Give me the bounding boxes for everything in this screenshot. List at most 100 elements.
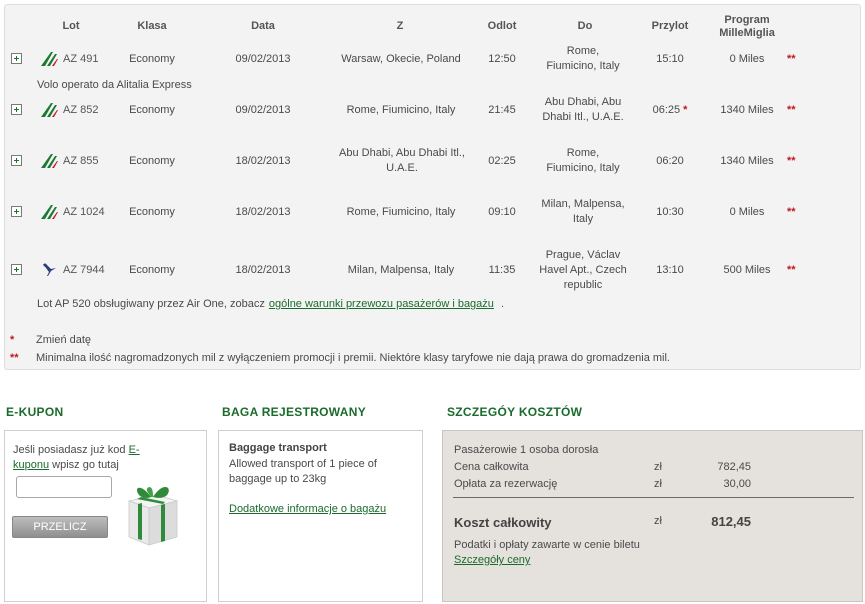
flight-row: AZ 491 Economy 09/02/2013 Warsaw, Okecie…: [5, 39, 860, 79]
flight-cell: AZ 852: [39, 90, 98, 130]
expand-icon[interactable]: [11, 264, 22, 275]
header-to: Do: [577, 20, 593, 32]
flight-to: Rome, Fiumicino, Italy: [546, 147, 620, 174]
miles-note-mark: **: [787, 104, 796, 116]
baggage-title: BAGA REJESTROWANY: [222, 405, 367, 419]
legend-double-text: Minimalna ilość nagromadzonych mil z wył…: [36, 352, 670, 364]
flight-row: AZ 852 Economy 09/02/2013 Rome, Fiumicin…: [5, 90, 860, 130]
alitalia-logo-icon: [41, 103, 58, 117]
carriage-conditions-link[interactable]: ogólne warunki przewozu pasażerów i baga…: [269, 298, 494, 310]
flight-arrival: 06:20: [640, 141, 700, 181]
flight-row: AZ 855 Economy 18/02/2013 Abu Dhabi, Abu…: [5, 141, 860, 181]
gift-box-icon: [127, 486, 179, 546]
arrival-time: 06:25: [652, 103, 681, 116]
ekupon-box: Jeśli posiadasz już kod E-kuponu wpisz g…: [4, 430, 207, 602]
flight-cell: AZ 1024: [39, 192, 105, 232]
flight-miles: 1340 Miles: [720, 154, 774, 167]
flight-from: Warsaw, Okecie, Poland: [341, 52, 461, 65]
flight-number: AZ 855: [63, 155, 99, 167]
flight-to: Prague, Václav Havel Apt., Czech republi…: [539, 248, 627, 291]
booking-fee-currency: zł: [654, 478, 662, 490]
flight-from: Abu Dhabi, Abu Dhabi Itl., U.A.E.: [339, 147, 465, 174]
header-program: Program MilleMiglia: [705, 14, 789, 40]
miles-note-mark: **: [787, 53, 796, 65]
header-arrival: Przylot: [651, 20, 689, 32]
header-date: Data: [251, 20, 275, 32]
price-details-link[interactable]: Szczegóły ceny: [454, 554, 530, 566]
costs-title: SZCZEGÓY KOSZTÓW: [447, 405, 583, 419]
grand-total-label: Koszt całkowity: [454, 515, 552, 530]
expand-icon[interactable]: [11, 53, 22, 64]
arrival-time: 06:20: [656, 154, 684, 167]
flight-departure: 12:50: [488, 52, 516, 65]
legend-single-star: *: [10, 334, 15, 346]
flight-date: 09/02/2013: [235, 52, 291, 65]
header-program-line1: Program: [724, 14, 770, 26]
flight-number: AZ 491: [63, 53, 99, 65]
arrival-time: 15:10: [656, 52, 684, 65]
flight-class: Economy: [129, 103, 175, 116]
flight-arrival: 10:30: [640, 192, 700, 232]
legend-double-star: **: [10, 352, 19, 364]
flight-number: AZ 852: [63, 104, 99, 116]
total-price-label: Cena całkowita: [454, 461, 529, 473]
ekupon-title: E-KUPON: [6, 405, 64, 419]
header-class: Klasa: [137, 20, 167, 32]
flight-miles: 0 Miles: [729, 205, 765, 218]
flight-from: Rome, Fiumicino, Italy: [346, 103, 456, 116]
flight-departure: 09:10: [488, 205, 516, 218]
flight-class: Economy: [129, 154, 175, 167]
flight-to: Milan, Malpensa, Italy: [541, 198, 625, 225]
airone-note-text: Lot AP 520 obsługiwany przez Air One, zo…: [37, 298, 265, 310]
legend-miles: ** Minimalna ilość nagromadzonych mil z w…: [10, 352, 670, 364]
flight-number: AZ 7944: [63, 264, 105, 276]
flight-from: Milan, Malpensa, Italy: [347, 263, 455, 276]
airone-logo-icon: [43, 263, 56, 276]
baggage-heading: Baggage transport: [229, 442, 327, 454]
itinerary-panel: Lot Klasa Data Z Odlot Do Przylot Progra…: [4, 4, 861, 370]
legend-single-text: Zmień datę: [36, 334, 92, 346]
baggage-description: Allowed transport of 1 piece of baggage …: [229, 458, 377, 485]
flight-row: AZ 1024 Economy 18/02/2013 Rome, Fiumici…: [5, 192, 860, 232]
flight-to: Abu Dhabi, Abu Dhabi Itl., U.A.E.: [542, 96, 624, 123]
flight-miles: 1340 Miles: [720, 103, 774, 116]
miles-note-mark: **: [787, 206, 796, 218]
arrival-time: 13:10: [656, 263, 684, 276]
passengers-line: Pasażerowie 1 osoba dorosła: [454, 444, 599, 456]
taxes-note: Podatki i opłaty zawarte w cenie biletu: [454, 539, 640, 551]
header-flight: Lot: [62, 20, 80, 32]
miles-note-mark: **: [787, 155, 796, 167]
flight-cell: AZ 491: [39, 39, 98, 79]
expand-icon[interactable]: [11, 155, 22, 166]
arrival-time: 10:30: [656, 205, 684, 218]
alitalia-logo-icon: [41, 154, 58, 168]
flight-arrival: 13:10: [640, 245, 700, 295]
grand-total-currency: zł: [654, 515, 662, 527]
flight-miles: 0 Miles: [729, 52, 765, 65]
flight-from: Rome, Fiumicino, Italy: [346, 205, 456, 218]
expand-icon[interactable]: [11, 104, 22, 115]
cost-divider: [453, 497, 854, 498]
ekupon-text-before: Jeśli posiadasz już kod: [13, 444, 126, 456]
airone-note: Lot AP 520 obsługiwany przez Air One, zo…: [37, 298, 504, 310]
ekupon-text-after: wpisz go tutaj: [52, 459, 119, 471]
flight-row: AZ 7944 Economy 18/02/2013 Milan, Malpen…: [5, 245, 860, 295]
grand-total-value: 812,45: [711, 514, 751, 529]
recalculate-button[interactable]: PRZELICZ: [12, 516, 108, 538]
total-price-currency: zł: [654, 461, 662, 473]
booking-fee-value: 30,00: [723, 478, 751, 490]
baggage-box: Baggage transport Allowed transport of 1…: [218, 430, 423, 602]
flight-date: 18/02/2013: [235, 154, 291, 167]
baggage-info-link[interactable]: Dodatkowe informacje o bagażu: [229, 503, 386, 515]
flight-arrival: 06:25 *: [640, 90, 700, 130]
header-from: Z: [396, 20, 404, 32]
flight-arrival: 15:10: [640, 39, 700, 79]
ekupon-code-input[interactable]: [16, 476, 112, 498]
flight-class: Economy: [129, 263, 175, 276]
flight-class: Economy: [129, 52, 175, 65]
expand-icon[interactable]: [11, 206, 22, 217]
change-date-mark: *: [683, 103, 688, 116]
flight-cell: AZ 7944: [39, 245, 105, 295]
header-departure: Odlot: [487, 20, 517, 32]
alitalia-logo-icon: [41, 205, 58, 219]
